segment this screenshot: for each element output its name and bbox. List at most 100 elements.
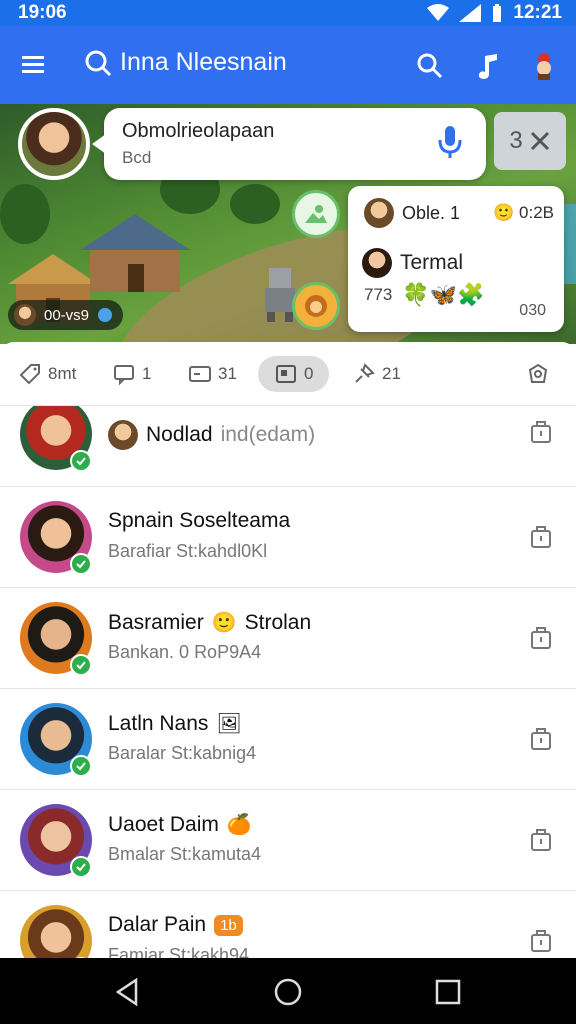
player-chip[interactable]: 00-vs9 bbox=[8, 300, 124, 330]
microphone-icon[interactable] bbox=[436, 124, 464, 160]
contact-name: Uaoet Daim bbox=[108, 812, 219, 836]
back-icon[interactable] bbox=[112, 976, 144, 1008]
lion-icon bbox=[305, 295, 327, 317]
tab-bar: 8mt 1 31 0 21 bbox=[0, 342, 576, 406]
popup-count: 030 bbox=[519, 302, 546, 319]
contact-name: Nodlad bbox=[146, 423, 213, 446]
map-action-button[interactable] bbox=[292, 190, 340, 238]
contact-name-row: Basramier 🙂 Strolan bbox=[108, 610, 311, 635]
speaker-avatar[interactable] bbox=[18, 108, 90, 180]
contact-name-row: Dalar Pain 1b bbox=[108, 913, 243, 937]
contact-name-extra: Strolan bbox=[244, 610, 312, 634]
avatar bbox=[362, 248, 392, 278]
tag-icon bbox=[19, 364, 40, 385]
popup-row3-value: 773 bbox=[364, 285, 393, 304]
tab-label: 21 bbox=[382, 364, 401, 383]
status-clock: 12:21 bbox=[513, 2, 562, 23]
contact-name: Latln Nans bbox=[108, 711, 209, 735]
avatar bbox=[108, 420, 138, 450]
contact-name-row: Nodlad ind(edam) bbox=[108, 420, 315, 450]
character-bubble[interactable] bbox=[292, 282, 340, 330]
tab-label: 1 bbox=[142, 364, 152, 383]
chat-bubble[interactable]: Obmolrieolapaan Bcd bbox=[92, 108, 486, 180]
house bbox=[80, 214, 190, 292]
wifi-icon bbox=[427, 4, 450, 21]
tab-photos[interactable]: 0 bbox=[258, 356, 330, 392]
search-icon bbox=[85, 50, 112, 76]
tree bbox=[0, 184, 50, 244]
player-chip-label: 00-vs9 bbox=[44, 306, 90, 324]
close-chip-count: 3 bbox=[509, 127, 523, 154]
contact-name-row: Latln Nans 🖼 bbox=[108, 711, 242, 736]
search-button[interactable] bbox=[412, 48, 448, 84]
contact-subtitle: Famiar St:kakh94 bbox=[108, 945, 250, 958]
sticker-icon: 🍀🦋🧩 bbox=[402, 282, 485, 307]
list-item[interactable]: Basramier 🙂 Strolan Bankan. 0 RoP9A4 bbox=[0, 588, 576, 689]
contact-subtitle: Baralar St:kabnig4 bbox=[108, 743, 257, 763]
music-button[interactable] bbox=[470, 48, 506, 84]
online-badge bbox=[70, 856, 92, 878]
popup-row: Termal bbox=[362, 248, 463, 278]
music-note-icon bbox=[478, 54, 497, 79]
app-bar: Inna Nleesnain bbox=[0, 26, 576, 104]
battery-icon bbox=[493, 4, 502, 22]
tab-chats[interactable]: 1 bbox=[112, 356, 151, 392]
contact-list: Nodlad ind(edam) Spnain Soselteama Baraf… bbox=[0, 406, 576, 958]
badge-icon bbox=[528, 363, 548, 383]
popup-row: 773 🍀🦋🧩 bbox=[364, 282, 485, 308]
tab-tags[interactable]: 8mt bbox=[18, 356, 76, 392]
chat-bubble-subtitle: Bcd bbox=[122, 148, 152, 167]
pin-icon bbox=[355, 363, 375, 383]
check-icon bbox=[76, 762, 86, 771]
check-icon bbox=[76, 560, 86, 569]
chat-bubble-title: Obmolrieolapaan bbox=[122, 120, 275, 142]
tab-cards[interactable]: 31 bbox=[188, 356, 237, 392]
list-item[interactable]: Latln Nans 🖼 Baralar St:kabnig4 bbox=[0, 689, 576, 790]
close-icon bbox=[530, 131, 549, 151]
profile-button[interactable] bbox=[526, 48, 562, 84]
popup-row1-value: 🙂 0:2B bbox=[493, 203, 554, 222]
lock-icon[interactable] bbox=[530, 523, 552, 549]
lock-icon[interactable] bbox=[530, 418, 552, 444]
contact-subtitle: Bmalar St:kamuta4 bbox=[108, 844, 262, 864]
lock-icon[interactable] bbox=[530, 624, 552, 650]
close-chip[interactable]: 3 bbox=[494, 112, 566, 170]
system-nav-bar bbox=[0, 958, 576, 1024]
popup-row2-name: Termal bbox=[400, 251, 464, 274]
photo-icon bbox=[276, 365, 296, 383]
online-badge bbox=[70, 450, 92, 472]
search-title-area[interactable]: Inna Nleesnain bbox=[84, 48, 287, 77]
list-item[interactable]: Spnain Soselteama Barafiar St:kahdl0Kl bbox=[0, 487, 576, 588]
recents-icon[interactable] bbox=[432, 976, 464, 1008]
status-bar: 19:06 12:21 bbox=[0, 0, 576, 26]
popup-row1-name: Oble. 1 bbox=[402, 202, 461, 223]
avatar bbox=[14, 304, 36, 326]
tab-badges[interactable] bbox=[526, 356, 550, 392]
home-icon[interactable] bbox=[272, 976, 304, 1008]
character-icon bbox=[537, 53, 551, 80]
online-badge bbox=[70, 654, 92, 676]
search-icon bbox=[417, 53, 443, 79]
chat-popup[interactable]: Oble. 1 🙂 0:2B Termal 773 🍀🦋🧩 030 bbox=[348, 186, 564, 332]
tree bbox=[230, 184, 280, 224]
tab-label: 0 bbox=[304, 364, 314, 383]
popup-row: Oble. 1 🙂 0:2B bbox=[364, 198, 554, 228]
tab-label: 31 bbox=[218, 364, 237, 383]
avatar bbox=[364, 198, 394, 228]
list-item[interactable]: Nodlad ind(edam) bbox=[0, 406, 576, 487]
emoji: 🍊 bbox=[226, 814, 252, 836]
lock-icon[interactable] bbox=[530, 725, 552, 751]
tab-label: 8mt bbox=[48, 364, 77, 383]
list-item[interactable]: Uaoet Daim 🍊 Bmalar St:kamuta4 bbox=[0, 790, 576, 891]
menu-icon[interactable] bbox=[18, 50, 50, 80]
count-tag: 1b bbox=[214, 914, 243, 936]
globe-icon bbox=[98, 308, 113, 322]
chat-icon bbox=[114, 365, 134, 386]
lock-icon[interactable] bbox=[530, 826, 552, 852]
tab-pins[interactable]: 21 bbox=[352, 356, 401, 392]
contact-subtitle: Barafiar St:kahdl0Kl bbox=[108, 541, 268, 561]
app-title: Inna Nleesnain bbox=[120, 48, 287, 76]
popup-row1-time: 0:2B bbox=[519, 203, 554, 222]
lock-icon[interactable] bbox=[530, 927, 552, 953]
list-item[interactable]: Dalar Pain 1b Famiar St:kakh94 bbox=[0, 891, 576, 958]
